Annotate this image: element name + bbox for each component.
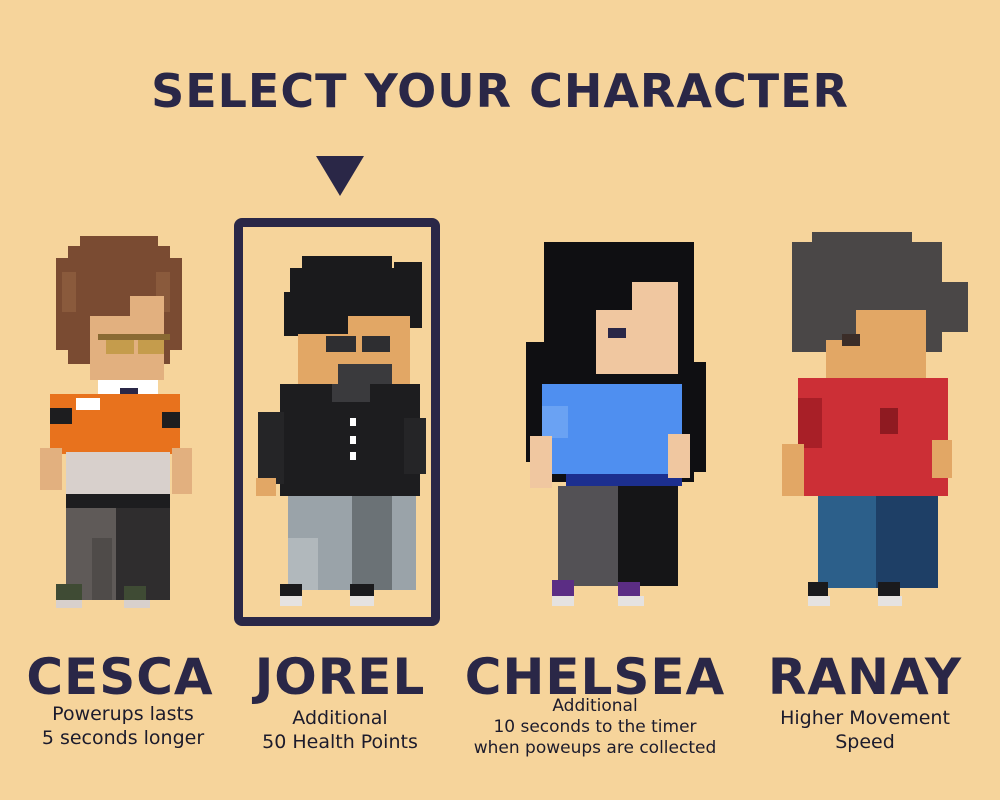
description-line: Higher Movement — [780, 707, 950, 729]
description-line: when poweups are collected — [473, 738, 717, 758]
character-cesca-sprite[interactable] — [16, 222, 216, 622]
description-line: 10 seconds to the timer — [493, 717, 697, 737]
character-jorel-sprite[interactable] — [240, 222, 440, 622]
select-character-title: SELECT YOUR CHARACTER — [151, 64, 849, 118]
character-description-jorel: Additional 50 Health Points — [220, 706, 460, 754]
character-name-ranay[interactable]: RANAY — [740, 648, 990, 706]
description-line: 5 seconds longer — [41, 727, 205, 749]
character-description-cesca: Powerups lasts 5 seconds longer — [0, 702, 246, 750]
character-ranay-sprite[interactable] — [776, 222, 976, 622]
character-name-cesca[interactable]: CESCA — [0, 648, 240, 706]
character-description-chelsea: Additional 10 seconds to the timer when … — [460, 696, 730, 759]
character-name-jorel[interactable]: JOREL — [220, 648, 460, 706]
description-line: Powerups lasts — [52, 703, 194, 725]
description-line: Additional — [292, 707, 388, 729]
character-description-ranay: Higher Movement Speed — [740, 706, 990, 754]
description-line: Speed — [835, 731, 895, 753]
description-line: Additional — [552, 696, 638, 716]
description-line: 50 Health Points — [262, 731, 418, 753]
selection-arrow-icon — [316, 156, 364, 196]
character-chelsea-sprite[interactable] — [512, 222, 712, 622]
